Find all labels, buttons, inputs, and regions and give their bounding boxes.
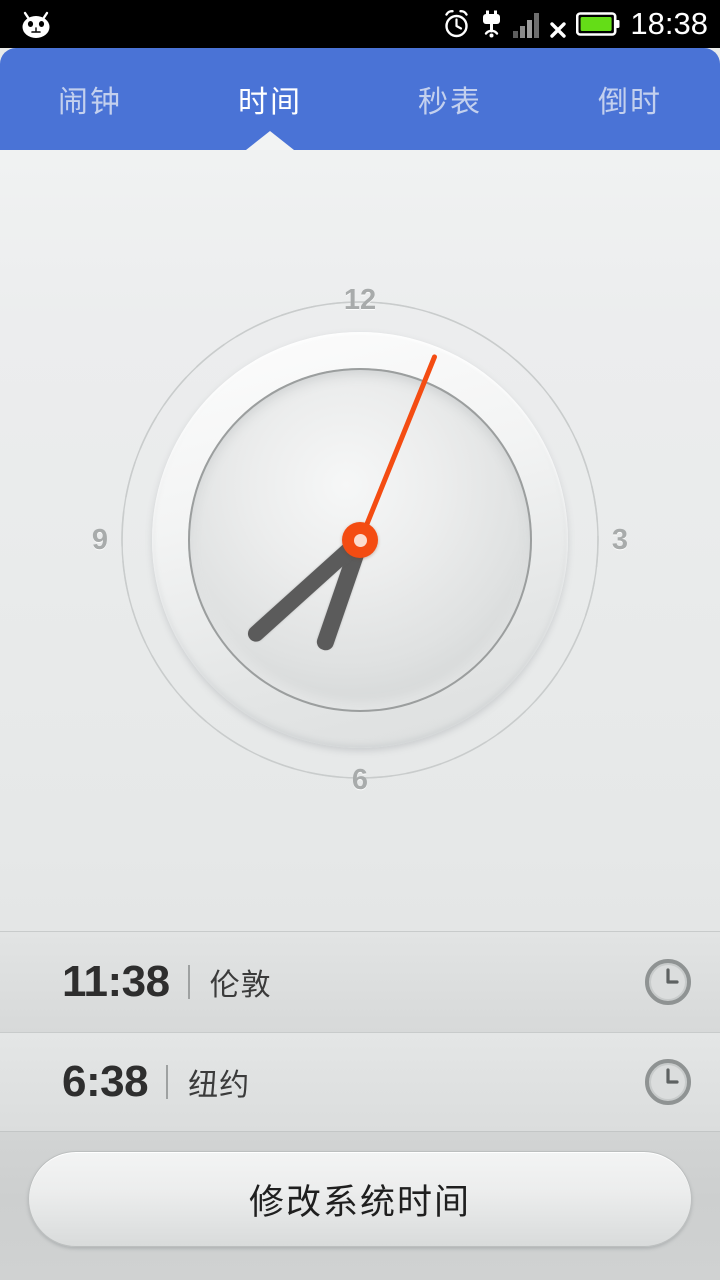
tab-countdown-label: 倒时 <box>598 86 662 119</box>
clock-icon[interactable] <box>644 958 692 1006</box>
signal-bars-icon <box>512 9 540 39</box>
active-tab-indicator-triangle <box>246 131 294 150</box>
clock-bezel <box>152 332 568 748</box>
world-clock-separator <box>187 965 190 999</box>
clock-icon-glyph <box>645 1059 691 1105</box>
clock-center-hub <box>342 522 378 558</box>
world-clock-row-london[interactable]: 11:38 伦敦 <box>0 931 720 1032</box>
status-bar: 18:38 <box>0 0 720 48</box>
phone-screen: 18:38 闹钟 时间 秒表 倒时 12 3 6 9 11:38 伦敦 6:38… <box>0 0 720 1280</box>
tab-countdown[interactable]: 倒时 <box>540 48 720 150</box>
clock-icon[interactable] <box>644 1058 692 1106</box>
no-sim-x-glyph <box>550 22 567 38</box>
world-clock-time: 11:38 <box>62 957 170 1006</box>
world-clock-list: 11:38 伦敦 6:38 纽约 <box>0 931 720 1131</box>
tab-stopwatch[interactable]: 秒表 <box>360 48 540 150</box>
tab-list: 闹钟 时间 秒表 倒时 <box>0 48 720 150</box>
clock-icon-glyph <box>645 959 691 1005</box>
status-bar-clock: 18:38 <box>630 6 708 41</box>
modify-system-time-label: 修改系统时间 <box>248 1182 471 1222</box>
alarm-clock-icon <box>442 9 471 39</box>
battery-full-glyph <box>576 12 620 36</box>
signal-bars-glyph <box>513 13 540 38</box>
modify-system-time-button[interactable]: 修改系统时间 <box>28 1151 692 1247</box>
clock-face[interactable] <box>188 353 532 712</box>
tab-stopwatch-label: 秒表 <box>418 86 482 119</box>
tab-bar: 闹钟 时间 秒表 倒时 <box>0 48 720 150</box>
clock-numeral-6: 6 <box>351 764 369 796</box>
battery-full-icon <box>576 11 620 37</box>
android-robot-icon <box>14 6 58 42</box>
clock-numeral-9: 9 <box>91 524 109 556</box>
footer-bar: 修改系统时间 <box>0 1131 720 1280</box>
no-sim-x-icon <box>548 9 568 39</box>
second-hand <box>357 353 438 541</box>
alarm-clock-glyph <box>445 10 469 38</box>
usb-debugging-icon <box>479 9 504 39</box>
tab-time-label: 时间 <box>238 86 302 119</box>
clock-center-hub-inner <box>353 533 367 547</box>
clock-numeral-3: 3 <box>611 524 629 556</box>
clock-numeral-12: 12 <box>343 284 377 316</box>
android-robot-glyph <box>22 11 50 38</box>
analog-clock: 12 3 6 9 <box>92 280 628 800</box>
status-bar-icons: 18:38 <box>442 0 712 48</box>
tab-alarm[interactable]: 闹钟 <box>0 48 180 150</box>
tab-alarm-label: 闹钟 <box>58 86 122 119</box>
world-clock-separator <box>166 1065 169 1099</box>
world-clock-time: 6:38 <box>62 1057 149 1106</box>
world-clock-city: 伦敦 <box>209 969 272 1002</box>
world-clock-city: 纽约 <box>188 1069 251 1102</box>
analog-clock-area: 12 3 6 9 <box>0 150 720 931</box>
usb-debugging-glyph <box>483 10 501 38</box>
world-clock-row-newyork[interactable]: 6:38 纽约 <box>0 1032 720 1131</box>
